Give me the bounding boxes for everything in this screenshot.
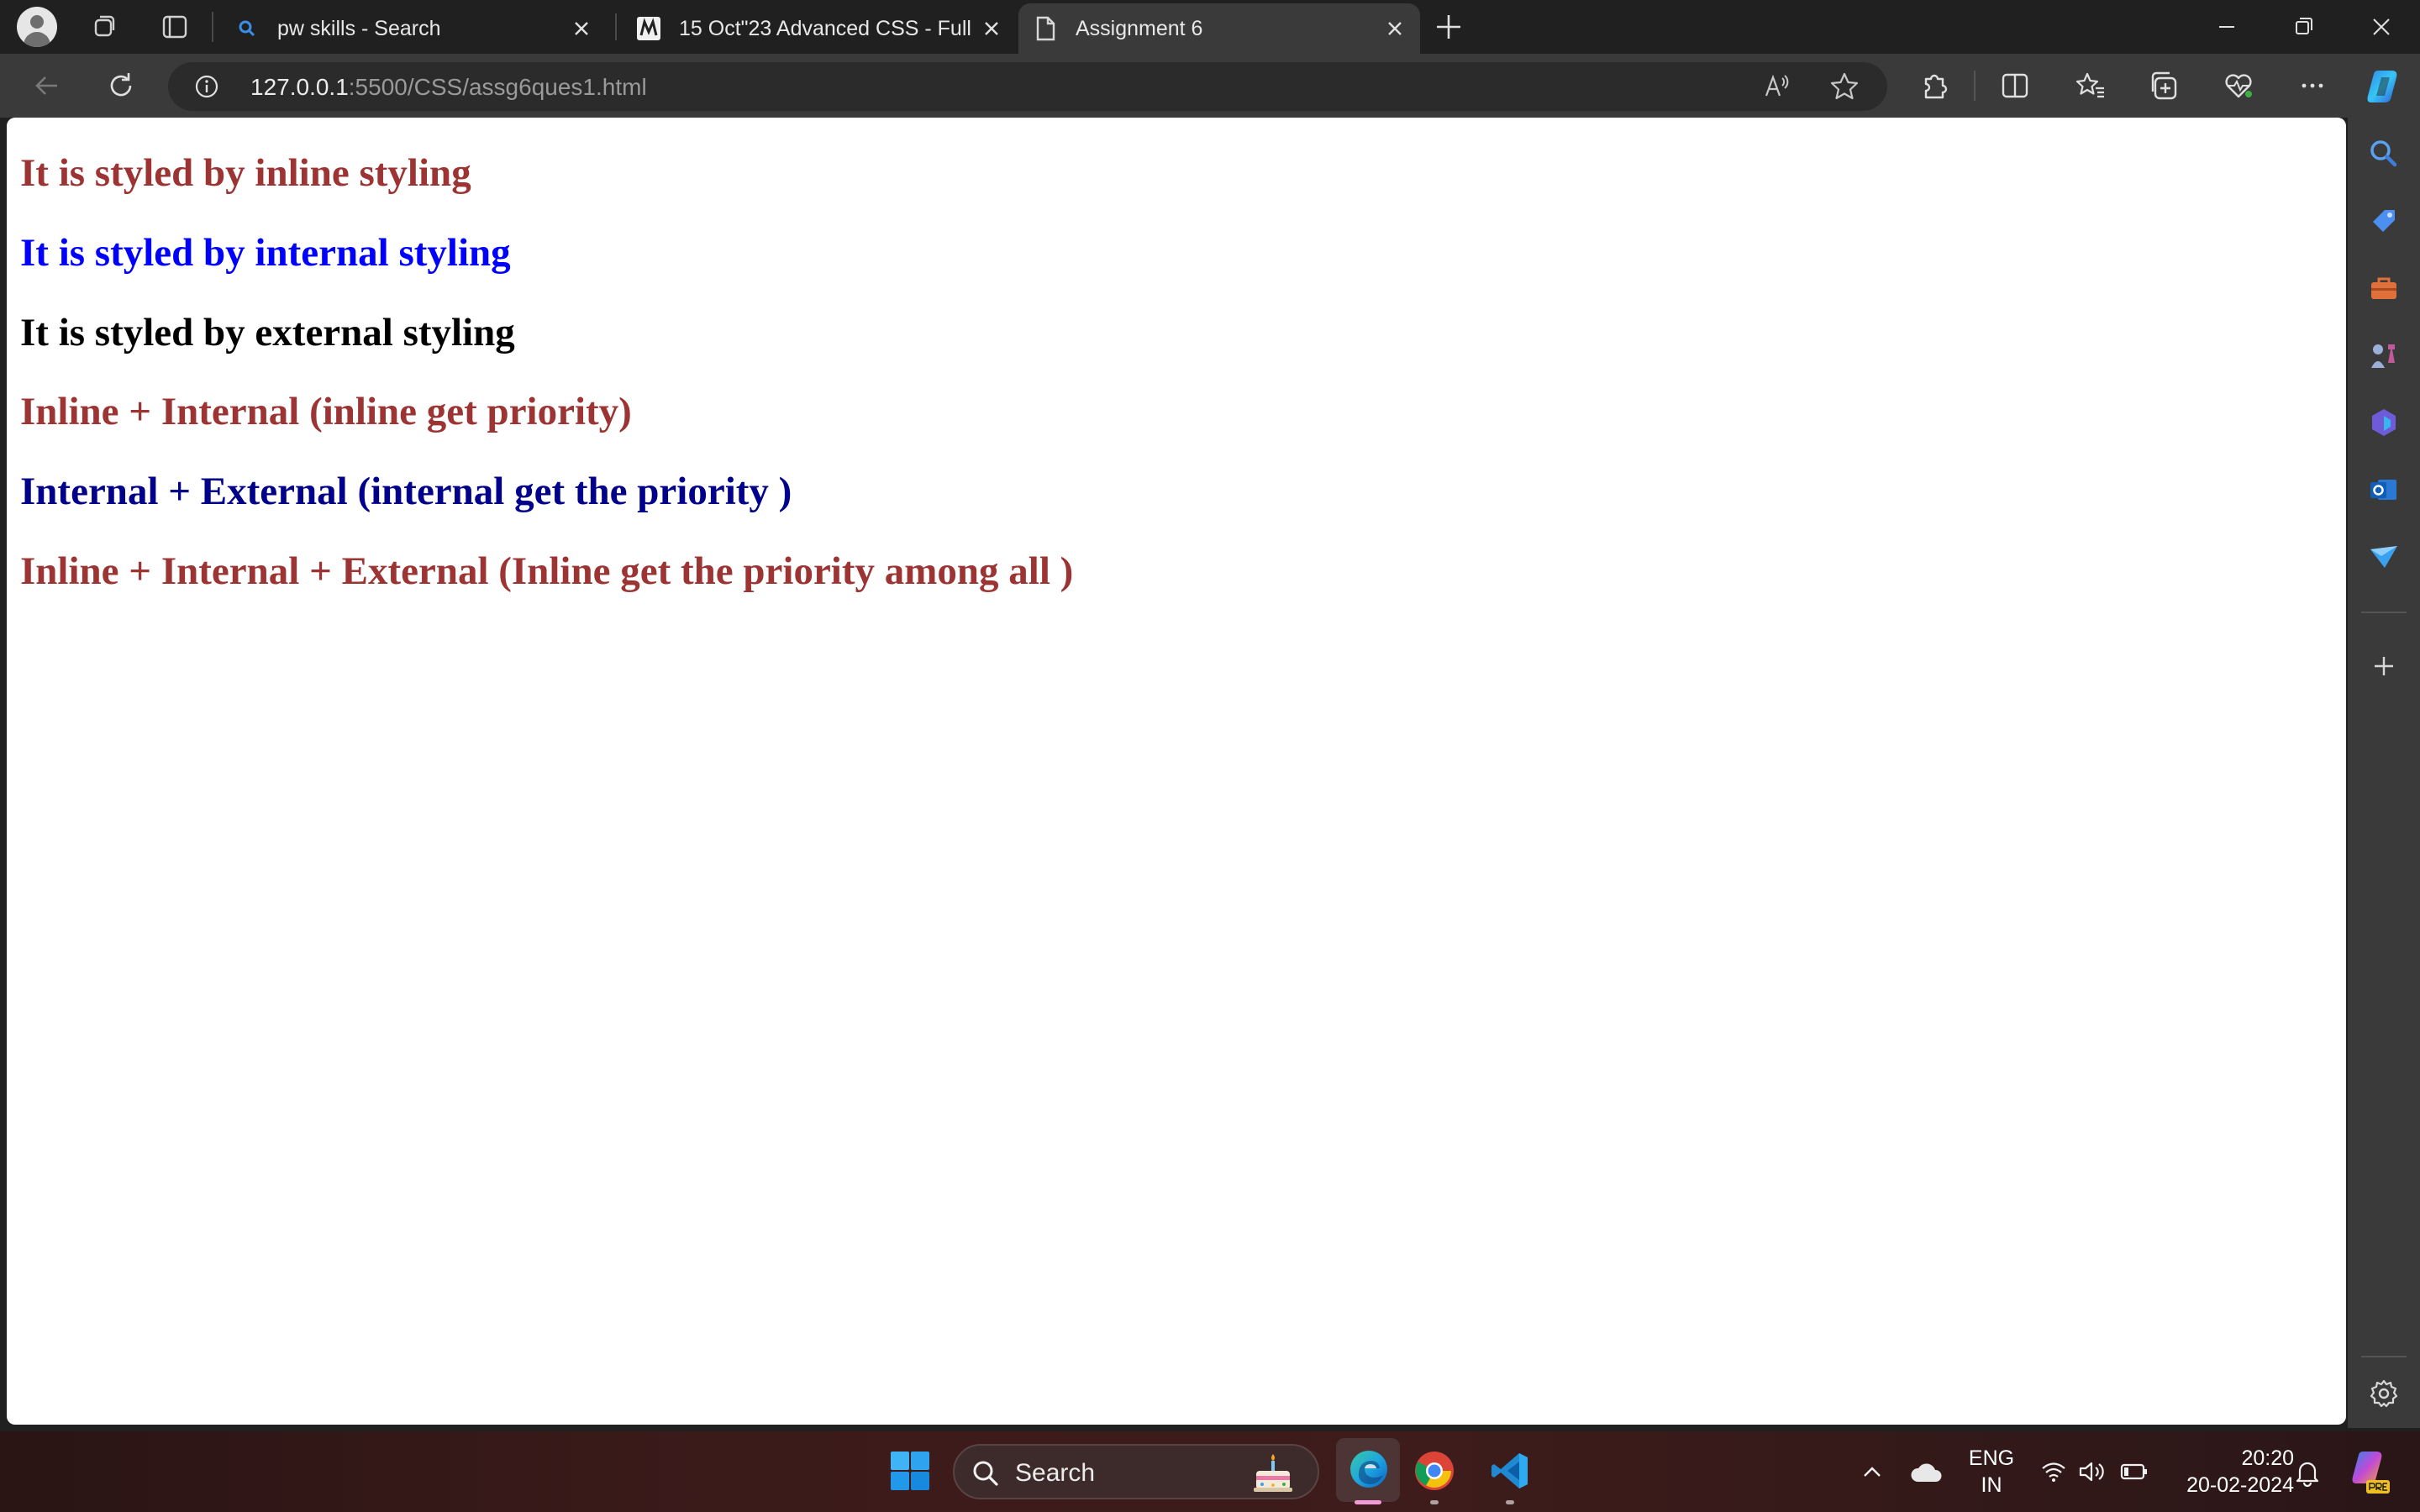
tab-title: Assignment 6 [1076, 16, 1203, 40]
notification-bell-icon[interactable] [2292, 1457, 2323, 1487]
inline-internal-external-heading: Inline + Internal + External (Inline get… [20, 549, 1074, 593]
tab-pw-skills-search[interactable]: pw skills - Search [220, 3, 607, 54]
outlook-icon[interactable] [2366, 472, 2402, 507]
chrome-running-indicator [1430, 1500, 1439, 1504]
region-code: IN [1981, 1473, 2002, 1497]
close-window-icon[interactable] [2363, 8, 2400, 45]
favorite-star-icon[interactable] [1828, 71, 1860, 102]
search-icon [232, 13, 262, 44]
workspaces-icon[interactable] [89, 12, 119, 42]
battery-icon[interactable] [2119, 1460, 2149, 1483]
games-icon[interactable] [2366, 338, 2402, 373]
internal-styled-heading: It is styled by internal styling [20, 231, 511, 275]
tab-strip: pw skills - Search 15 Oct"23 Advanced CS… [0, 0, 2420, 54]
edge-sidebar [2348, 118, 2420, 1428]
copilot-preview-icon[interactable] [2346, 1448, 2391, 1495]
external-styled-heading: It is styled by external styling [20, 311, 515, 354]
copilot-icon[interactable] [2363, 66, 2405, 108]
vscode-icon[interactable] [1489, 1450, 1531, 1492]
tab-actions-icon[interactable] [160, 12, 190, 42]
clock-date: 20-02-2024 [2186, 1473, 2294, 1497]
volume-icon[interactable] [2077, 1458, 2107, 1485]
pw-skills-logo-icon [634, 13, 664, 44]
taskbar-search-label: Search [1015, 1459, 1096, 1487]
clock[interactable]: 20:20 20-02-2024 [2170, 1445, 2294, 1499]
show-hidden-icons-chevron-up-icon[interactable] [1859, 1458, 1886, 1485]
extensions-icon[interactable] [1918, 69, 1951, 102]
vscode-running-indicator [1506, 1500, 1514, 1504]
page-icon [1030, 13, 1060, 44]
language-indicator[interactable]: ENG IN [1963, 1445, 2020, 1499]
split-screen-icon[interactable] [1998, 69, 2032, 102]
refresh-icon[interactable] [104, 69, 138, 102]
close-tab-icon[interactable] [976, 13, 1007, 44]
tab-advanced-css[interactable]: 15 Oct"23 Advanced CSS - Full St [622, 3, 1017, 54]
collections-icon[interactable] [2148, 69, 2181, 102]
close-tab-icon[interactable] [566, 13, 597, 44]
drop-icon[interactable] [2366, 539, 2402, 575]
url-text[interactable]: 127.0.0.1:5500/CSS/assg6ques1.html [250, 74, 647, 101]
shopping-tag-icon[interactable] [2366, 203, 2402, 239]
tab-title: pw skills - Search [277, 16, 441, 40]
microsoft-365-icon[interactable] [2366, 405, 2402, 440]
tab-divider [615, 13, 617, 40]
tab-assignment-6[interactable]: Assignment 6 [1018, 3, 1420, 54]
add-sidebar-app-icon[interactable] [2366, 648, 2402, 684]
close-tab-icon[interactable] [1380, 13, 1410, 44]
sidebar-divider [2361, 612, 2407, 613]
toolbar-separator [1974, 71, 1975, 101]
favorites-icon[interactable] [2074, 69, 2107, 102]
edge-browser-icon [1350, 1451, 1387, 1488]
browser-toolbar: 127.0.0.1:5500/CSS/assg6ques1.html [0, 54, 2420, 118]
windows-taskbar: Search ENG IN 20:20 20-02-2024 [0, 1431, 2420, 1512]
back-icon[interactable] [30, 69, 64, 102]
more-options-icon[interactable] [2296, 69, 2329, 102]
tab-title: 15 Oct"23 Advanced CSS - Full St [679, 16, 976, 40]
new-tab-icon[interactable] [1430, 8, 1467, 45]
search-icon [973, 1461, 998, 1486]
browser-essentials-icon[interactable] [2222, 69, 2255, 102]
page-viewport: It is styled by inline styling It is sty… [7, 118, 2346, 1425]
language-code: ENG [1968, 1446, 2015, 1470]
taskbar-search-box[interactable]: Search [953, 1444, 1319, 1499]
onedrive-cloud-icon[interactable] [1909, 1457, 1944, 1487]
edge-taskbar-button[interactable] [1336, 1438, 1400, 1502]
inline-internal-heading: Inline + Internal (inline get priority) [20, 390, 632, 433]
restore-icon[interactable] [2286, 8, 2323, 45]
url-path: :5500/CSS/assg6ques1.html [348, 74, 647, 100]
inline-styled-heading: It is styled by inline styling [20, 151, 471, 195]
birthday-cake-icon [1254, 1454, 1292, 1492]
chrome-browser-icon[interactable] [1413, 1450, 1455, 1492]
tab-strip-separator [212, 12, 213, 42]
clock-time: 20:20 [2241, 1446, 2294, 1470]
windows-start-icon[interactable] [889, 1450, 931, 1492]
search-icon[interactable] [2366, 136, 2402, 171]
internal-external-heading: Internal + External (internal get the pr… [20, 470, 792, 513]
address-bar[interactable]: 127.0.0.1:5500/CSS/assg6ques1.html [168, 62, 1887, 111]
tools-icon[interactable] [2366, 270, 2402, 306]
site-info-icon[interactable] [193, 73, 220, 100]
minimize-icon[interactable] [2208, 8, 2245, 45]
wifi-icon[interactable] [2040, 1458, 2067, 1485]
profile-avatar-icon[interactable] [17, 7, 57, 47]
sidebar-divider [2361, 1356, 2407, 1357]
url-host: 127.0.0.1 [250, 74, 349, 100]
read-aloud-icon[interactable] [1761, 71, 1793, 102]
edge-active-indicator [1355, 1500, 1381, 1504]
sidebar-settings-gear-icon[interactable] [2366, 1376, 2402, 1411]
